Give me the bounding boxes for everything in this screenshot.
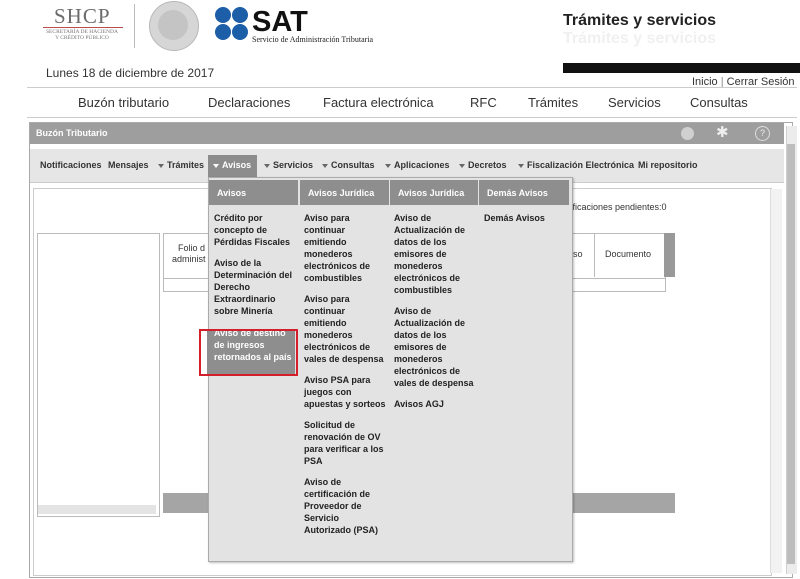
header-label: Avisos Jurídica: [398, 188, 465, 198]
chevron-down-icon: [518, 163, 524, 168]
subnav-fiscalizacion-label: Fiscalización Electrónica: [527, 160, 635, 170]
sat-logo-subtitle: Servicio de Administración Tributaria: [252, 35, 374, 44]
shcp-sub-line-2: Y CRÉDITO PÚBLICO: [55, 35, 109, 41]
nav-rfc[interactable]: RFC: [470, 95, 497, 110]
app-title-bar: [30, 123, 784, 144]
nav-buzon-tributario[interactable]: Buzón tributario: [78, 95, 169, 110]
table-header-folio: Folio d administ: [172, 243, 206, 265]
menu-item-credito-perdidas[interactable]: Crédito por concepto de Pérdidas Fiscale…: [214, 212, 294, 248]
menu-item-avisos-agj[interactable]: Avisos AGJ: [394, 398, 476, 410]
subnav-mensajes[interactable]: Mensajes: [108, 160, 149, 170]
subnav-decretos[interactable]: Decretos: [459, 160, 507, 170]
menu-item-actualizacion-combustibles[interactable]: Aviso de Actualización de datos de los e…: [394, 212, 476, 296]
chevron-down-icon: [213, 163, 219, 168]
folio-line-1: Folio d: [178, 243, 206, 253]
chevron-down-icon: [322, 163, 328, 168]
highlight-box: [199, 329, 298, 376]
menu-item-demas-avisos[interactable]: Demás Avisos: [484, 212, 566, 224]
nav-consultas[interactable]: Consultas: [690, 95, 748, 110]
chevron-down-icon: [385, 163, 391, 168]
pending-notifications: tificaciones pendientes:0: [568, 202, 667, 212]
left-panel-scrollbar[interactable]: [38, 505, 156, 514]
subnav-mi-repositorio[interactable]: Mi repositorio: [638, 160, 698, 170]
dropdown-header-avisos: Avisos: [209, 180, 298, 205]
folio-line-2: administ: [172, 254, 206, 264]
subnav-servicios[interactable]: Servicios: [264, 160, 313, 170]
chevron-down-icon: [264, 163, 270, 168]
menu-item-monederos-despensa[interactable]: Aviso para continuar emitiendo monederos…: [304, 293, 386, 365]
menu-item-certificacion-psa[interactable]: Aviso de certificación de Proveedor de S…: [304, 476, 386, 536]
shcp-logo-subtitle: SECRETARÍA DE HACIENDA Y CRÉDITO PÚBLICO: [41, 29, 123, 41]
header-label: Avisos: [217, 188, 247, 198]
dropdown-header-demas-avisos: Demás Avisos: [479, 180, 569, 205]
documento-label: Documento: [605, 249, 652, 259]
menu-item-derecho-mineria[interactable]: Aviso de la Determinación del Derecho Ex…: [214, 257, 294, 317]
subnav-tramites[interactable]: Trámites: [158, 160, 204, 170]
nav-declaraciones[interactable]: Declaraciones: [208, 95, 290, 110]
sat-logo-dot-icon: [215, 24, 231, 40]
nav-tramites[interactable]: Trámites: [528, 95, 578, 110]
header-label: Avisos Jurídica: [308, 188, 375, 198]
table-header-filler: [664, 233, 675, 277]
page-title-reflection: Trámites y servicios: [563, 30, 716, 47]
app-title: Buzón Tributario: [36, 128, 108, 138]
shcp-logo-title: SHCP: [54, 4, 111, 28]
subnav-consultas-label: Consultas: [331, 160, 375, 170]
left-panel: [37, 233, 160, 517]
menu-item-monederos-combustibles[interactable]: Aviso para continuar emitiendo monederos…: [304, 212, 386, 284]
sat-logo-dot-icon: [232, 7, 248, 23]
subnav-aplicaciones[interactable]: Aplicaciones: [385, 160, 450, 170]
help-icon[interactable]: ?: [755, 126, 770, 141]
menu-item-actualizacion-despensa[interactable]: Aviso de Actualización de datos de los e…: [394, 305, 476, 389]
current-date: Lunes 18 de diciembre de 2017: [46, 66, 215, 80]
circle-icon[interactable]: [681, 127, 694, 140]
subnav-decretos-label: Decretos: [468, 160, 507, 170]
shcp-logo-divider: [43, 27, 123, 28]
menu-item-psa-juegos[interactable]: Aviso PSA para juegos con apuestas y sor…: [304, 374, 386, 410]
dropdown-column-juridica-2: Aviso de Actualización de datos de los e…: [394, 212, 476, 419]
mexico-seal-inner: [158, 10, 188, 40]
subnav-aplicaciones-label: Aplicaciones: [394, 160, 450, 170]
subnav-avisos[interactable]: Avisos: [213, 160, 251, 170]
menu-item-renovacion-ov[interactable]: Solicitud de renovación de OV para verif…: [304, 419, 386, 467]
page-scrollbar-thumb[interactable]: [787, 144, 795, 564]
dropdown-header-avisos-juridica-2: Avisos Jurídica: [390, 180, 478, 205]
header-black-bar: [563, 63, 800, 73]
sat-logo-dot-icon: [232, 24, 248, 40]
header-separator: [134, 4, 135, 48]
subnav-servicios-label: Servicios: [273, 160, 314, 170]
subnav-avisos-label: Avisos: [222, 160, 252, 170]
subnav-notificaciones[interactable]: Notificaciones: [40, 160, 102, 170]
dropdown-column-juridica-1: Aviso para continuar emitiendo monederos…: [304, 212, 386, 545]
chevron-down-icon: [459, 163, 465, 168]
nav-servicios[interactable]: Servicios: [608, 95, 661, 110]
table-header-documento: Documento: [594, 233, 665, 277]
sat-logo-dot-icon: [215, 7, 231, 23]
subnav-consultas[interactable]: Consultas: [322, 160, 375, 170]
gear-icon[interactable]: ✱: [716, 124, 729, 142]
chevron-down-icon: [158, 163, 164, 168]
header-label: Demás Avisos: [487, 188, 548, 198]
nav-factura-electronica[interactable]: Factura electrónica: [323, 95, 434, 110]
content-scrollbar[interactable]: [770, 189, 782, 573]
subnav-tramites-label: Trámites: [167, 160, 205, 170]
dropdown-header-avisos-juridica-1: Avisos Jurídica: [300, 180, 389, 205]
page-title: Trámites y servicios: [563, 12, 716, 29]
main-nav: Buzón tributario Declaraciones Factura e…: [27, 87, 797, 118]
subnav-fiscalizacion[interactable]: Fiscalización Electrónica: [518, 160, 634, 170]
dropdown-column-demas: Demás Avisos: [484, 212, 566, 233]
